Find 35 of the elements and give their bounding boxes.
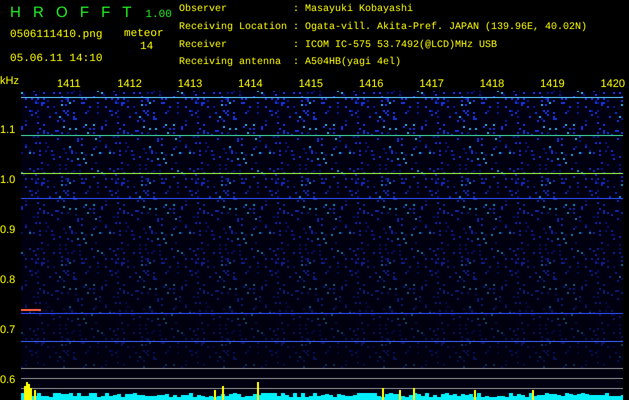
- field-value: A504HB(yagi 4el): [305, 57, 402, 70]
- frequency-tick-label: 1.0: [0, 174, 16, 186]
- frequency-tick-label: 1.1: [0, 124, 16, 136]
- time-tick-label: 1420: [600, 78, 626, 90]
- field-label: Receiver: [179, 40, 228, 52]
- time-tick-label: 1419: [539, 78, 566, 90]
- time-tick-label: 1418: [478, 78, 506, 90]
- date-time: 05.06.11 14:10: [10, 52, 102, 67]
- time-tick-label: 1416: [358, 78, 384, 90]
- frequency-tick-label: 0.7: [0, 324, 16, 336]
- time-tick-label: 1415: [298, 78, 324, 90]
- field-value: Masayuki Kobayashi: [305, 4, 414, 17]
- time-tick-label: 1417: [418, 78, 445, 90]
- axis-unit: kHz: [0, 75, 19, 87]
- separator: :: [293, 22, 300, 35]
- frequency-tick-label: 0.8: [0, 274, 16, 286]
- version: 1.00: [145, 8, 172, 23]
- frequency-tick-label: 0.6: [0, 374, 16, 386]
- field-label: Receiving antenna: [179, 57, 282, 70]
- meteor-label: meteor: [124, 27, 164, 42]
- frequency-tick-label: 0.9: [0, 224, 16, 236]
- field-label: Observer: [179, 4, 228, 17]
- time-tick-label: 1412: [116, 78, 143, 90]
- meteor-count: 14: [140, 40, 154, 55]
- app-title: H R O F F T: [10, 3, 136, 23]
- time-tick-label: 1413: [176, 78, 204, 90]
- time-tick-label: 1411: [56, 78, 82, 90]
- field-value: ICOM IC-575 53.7492(@LCD)MHz USB: [305, 40, 498, 52]
- separator: :: [293, 57, 300, 70]
- field-value: Ogata-vill. Akita-Pref. JAPAN (139.96E, 40.02N): [305, 22, 588, 35]
- time-tick-label: 1414: [237, 78, 264, 90]
- file-name: 0506111410.png: [10, 28, 102, 42]
- separator: :: [293, 4, 300, 17]
- field-label: Receiving Location: [179, 22, 288, 35]
- separator: :: [293, 40, 300, 52]
